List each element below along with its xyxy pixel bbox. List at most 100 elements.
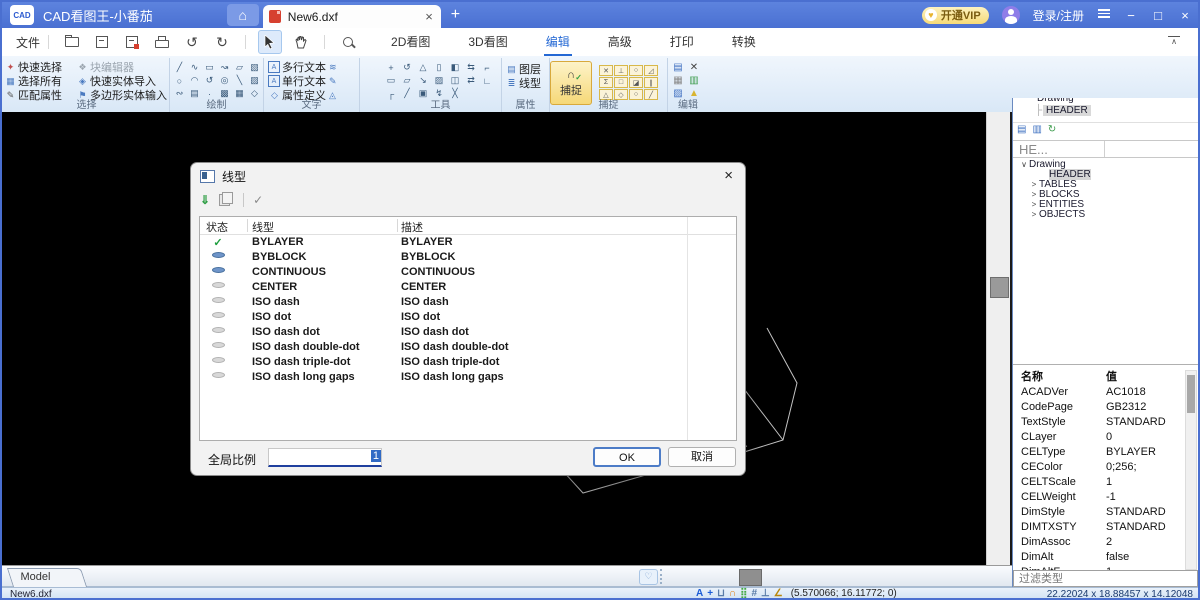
tool-icon[interactable]: ↺ bbox=[399, 61, 415, 74]
redo-button[interactable]: ↻ bbox=[211, 31, 233, 53]
tool-icon[interactable]: ▨ bbox=[247, 74, 262, 87]
tool-icon[interactable]: ∿ bbox=[187, 61, 202, 74]
ok-button[interactable]: OK bbox=[593, 447, 661, 467]
property-row[interactable]: CELTScale1 bbox=[1013, 475, 1185, 490]
vip-button[interactable]: ♥ 开通VIP bbox=[922, 7, 989, 24]
property-row[interactable]: TextStyleSTANDARD bbox=[1013, 415, 1185, 430]
tool-icon[interactable]: ○ bbox=[172, 74, 187, 87]
single-text-button[interactable]: A单行文本✎ bbox=[268, 74, 359, 88]
expand-arrow-icon[interactable]: > bbox=[1029, 180, 1039, 190]
tool-icon[interactable]: ◪ bbox=[629, 77, 643, 88]
expand-arrow-icon[interactable]: > bbox=[1029, 200, 1039, 210]
tab-print[interactable]: 打印 bbox=[668, 28, 696, 56]
tab-3d-view[interactable]: 3D看图 bbox=[466, 28, 509, 56]
edit-tools[interactable]: ▤✕▦▥▨▲ bbox=[668, 58, 706, 100]
tool-icon[interactable]: ⣿ bbox=[740, 588, 747, 599]
global-scale-input[interactable]: 1 bbox=[268, 448, 382, 467]
close-button[interactable]: × bbox=[1178, 8, 1192, 23]
maximize-button[interactable]: □ bbox=[1151, 8, 1165, 23]
tool-icon[interactable]: ⇆ bbox=[463, 61, 479, 74]
tool-icon[interactable]: ✕ bbox=[686, 61, 702, 74]
tool-icon[interactable]: ∟ bbox=[479, 74, 495, 87]
login-link[interactable]: 登录/注册 bbox=[1033, 7, 1084, 24]
avatar[interactable] bbox=[1002, 6, 1020, 24]
copy-linetype-icon[interactable] bbox=[219, 194, 230, 206]
tool-icon[interactable]: ↘ bbox=[415, 74, 431, 87]
menu-icon[interactable] bbox=[1097, 7, 1111, 23]
tool-icon[interactable]: ▭ bbox=[202, 61, 217, 74]
tool-icon[interactable]: ∠ bbox=[774, 588, 783, 599]
tool-icon[interactable]: ◎ bbox=[217, 74, 232, 87]
tree-item-drawing[interactable]: ∨Drawing bbox=[1013, 160, 1198, 170]
filter-input[interactable] bbox=[1013, 570, 1198, 587]
minimize-button[interactable]: − bbox=[1124, 8, 1138, 23]
cancel-button[interactable]: 取消 bbox=[668, 447, 736, 467]
save-button[interactable] bbox=[91, 31, 113, 53]
tool-icon[interactable]: ↝ bbox=[217, 61, 232, 74]
pan-hand-button[interactable] bbox=[290, 31, 312, 53]
dialog-close-icon[interactable]: × bbox=[724, 167, 733, 184]
open-file-button[interactable] bbox=[61, 31, 83, 53]
mtext-button[interactable]: A多行文本≋ bbox=[268, 60, 359, 74]
undo-button[interactable]: ↺ bbox=[181, 31, 203, 53]
tool-icon[interactable]: A bbox=[696, 588, 703, 599]
apply-check-icon[interactable]: ✓ bbox=[253, 193, 263, 207]
document-tab[interactable]: New6.dxf × bbox=[263, 5, 441, 28]
tool-icon[interactable]: ⊥ bbox=[614, 65, 628, 76]
column-view-icon[interactable]: ▥ bbox=[1032, 124, 1041, 135]
tab-2d-view[interactable]: 2D看图 bbox=[389, 28, 432, 56]
linetype-row[interactable]: ISO dash dotISO dash dot bbox=[200, 325, 736, 340]
tool-icon[interactable]: ✕ bbox=[599, 65, 613, 76]
dialog-title-bar[interactable]: 线型 × bbox=[191, 163, 745, 189]
properties-scrollbar[interactable] bbox=[1185, 370, 1197, 570]
property-row[interactable]: DimStyleSTANDARD bbox=[1013, 505, 1185, 520]
tree-column-header[interactable]: HE... bbox=[1013, 140, 1198, 158]
tool-icon[interactable]: ∩ bbox=[729, 588, 736, 599]
expand-arrow-icon[interactable]: > bbox=[1029, 210, 1039, 220]
linetype-row[interactable]: ISO dotISO dot bbox=[200, 310, 736, 325]
tool-icon[interactable]: ⊔ bbox=[717, 588, 725, 599]
draw-tools[interactable]: ╱∿▭↝▱▧○◠↺◎╲▨∾▤·▩▦◇ bbox=[170, 58, 264, 100]
linetype-row[interactable]: CENTERCENTER bbox=[200, 280, 736, 295]
collapse-ribbon-button[interactable]: ∧ bbox=[1168, 36, 1180, 46]
expand-arrow-icon[interactable]: > bbox=[1029, 190, 1039, 200]
home-button[interactable]: ⌂ bbox=[227, 4, 259, 26]
tool-icon[interactable]: ▥ bbox=[686, 74, 702, 87]
tool-icon[interactable]: ▨ bbox=[431, 74, 447, 87]
tool-icon[interactable]: + bbox=[383, 61, 399, 74]
tool-icon[interactable]: ◿ bbox=[644, 65, 658, 76]
property-row[interactable]: ACADVerAC1018 bbox=[1013, 385, 1185, 400]
quick-entity-import-button[interactable]: ◈快速实体导入 bbox=[76, 74, 167, 88]
tool-icon[interactable]: ▧ bbox=[247, 61, 262, 74]
text-extra-icon[interactable]: ✎ bbox=[329, 76, 337, 87]
tool-icon[interactable]: ∥ bbox=[644, 77, 658, 88]
scrollbar-grip[interactable] bbox=[660, 569, 662, 584]
property-row[interactable]: CEColor0;256; bbox=[1013, 460, 1185, 475]
search-button[interactable] bbox=[337, 31, 359, 53]
tool-icon[interactable]: ▦ bbox=[670, 74, 686, 87]
status-toggle-icons[interactable]: A+⊔∩⣿#⊥∠ bbox=[696, 588, 783, 599]
tool-icon[interactable]: ◫ bbox=[447, 74, 463, 87]
linetype-table[interactable]: 状态 线型 描述 ✓BYLAYERBYLAYERBYBLOCKBYBLOCKCO… bbox=[199, 216, 737, 441]
select-all-button[interactable]: ▦选择所有 bbox=[4, 74, 76, 88]
tree-item-objects[interactable]: >OBJECTS bbox=[1013, 210, 1198, 220]
linetype-row[interactable]: ISO dash long gapsISO dash long gaps bbox=[200, 370, 736, 385]
canvas-vscrollbar[interactable] bbox=[986, 112, 1011, 565]
linetype-row[interactable]: ISO dashISO dash bbox=[200, 295, 736, 310]
tool-icon[interactable]: ○ bbox=[629, 65, 643, 76]
tool-icon[interactable]: ↺ bbox=[202, 74, 217, 87]
tool-icon[interactable]: ◧ bbox=[447, 61, 463, 74]
linetype-button[interactable]: ≣线型 bbox=[505, 76, 549, 90]
property-row[interactable]: DimAltfalse bbox=[1013, 550, 1185, 565]
tool-icon[interactable]: Σ bbox=[599, 77, 613, 88]
property-row[interactable]: CELTypeBYLAYER bbox=[1013, 445, 1185, 460]
sidebar-splitter[interactable] bbox=[1013, 364, 1198, 365]
properties-scrollbar-thumb[interactable] bbox=[1187, 375, 1195, 413]
linetype-row[interactable]: ISO dash double-dotISO dash double-dot bbox=[200, 340, 736, 355]
vscrollbar-thumb[interactable] bbox=[990, 277, 1009, 298]
text-extra-icon[interactable]: ≋ bbox=[329, 62, 337, 73]
tab-convert[interactable]: 转换 bbox=[730, 28, 758, 56]
linetype-row[interactable]: BYBLOCKBYBLOCK bbox=[200, 250, 736, 265]
model-tab[interactable]: Model bbox=[7, 568, 87, 587]
tool-icon[interactable]: # bbox=[751, 588, 757, 599]
